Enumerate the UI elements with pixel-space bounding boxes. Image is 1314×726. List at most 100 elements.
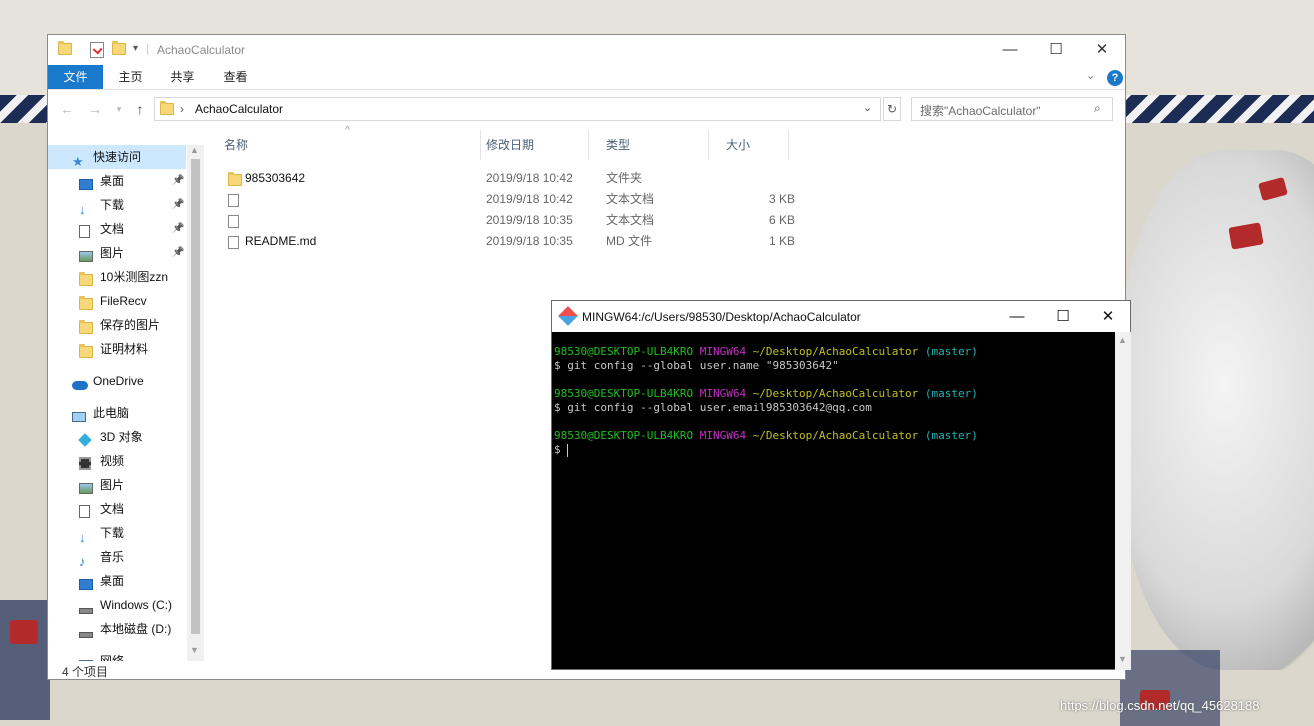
expand-ribbon-icon[interactable]: ⌄ — [1086, 69, 1095, 82]
nav-item[interactable]: 文档 📌 — [48, 217, 186, 241]
title-divider: | — [146, 41, 150, 55]
file-size: 3 KB — [768, 192, 795, 206]
nav-item[interactable]: 桌面 — [48, 569, 186, 593]
scroll-thumb[interactable] — [191, 159, 200, 634]
prompt-user: 98530@DESKTOP-ULB4KRO — [554, 345, 694, 358]
nav-item-label: 保存的图片 — [100, 318, 161, 332]
breadcrumb-current[interactable]: AchaoCalculator — [195, 102, 283, 116]
terminal-minimize-button[interactable]: — — [994, 301, 1040, 332]
nav-item[interactable]: ↓ 下载 📌 — [48, 193, 186, 217]
file-type: 文本文档 — [606, 213, 655, 227]
nav-item[interactable]: 10米测图zzn — [48, 265, 186, 289]
minimize-button[interactable]: — — [987, 35, 1033, 65]
nav-item[interactable]: 视频 — [48, 449, 186, 473]
nav-item[interactable]: FileRecv — [48, 289, 186, 313]
search-icon[interactable]: ⌕ — [1094, 101, 1101, 116]
nav-item[interactable]: 图片 — [48, 473, 186, 497]
text-file-icon — [228, 235, 239, 256]
back-button[interactable]: ← — [58, 99, 76, 119]
refresh-icon[interactable]: ↻ — [883, 97, 901, 121]
nav-item[interactable]: 桌面 📌 — [48, 169, 186, 193]
file-row[interactable]: README.md 2019/9/18 10:35 MD 文件 1 KB — [225, 231, 815, 252]
nav-item[interactable]: Windows (C:) — [48, 593, 186, 617]
file-type: 文件夹 — [606, 171, 643, 185]
drive-icon — [79, 622, 93, 638]
properties-icon[interactable] — [90, 42, 104, 58]
sneaker-illustration — [1120, 150, 1314, 670]
nav-item[interactable]: 文档 — [48, 497, 186, 521]
maximize-button[interactable]: ☐ — [1033, 35, 1079, 65]
nav-item[interactable]: ♪ 音乐 — [48, 545, 186, 569]
prompt-env: MINGW64 — [699, 387, 747, 400]
drive-icon — [79, 598, 93, 614]
prompt-user: 98530@DESKTOP-ULB4KRO — [554, 387, 694, 400]
new-folder-icon[interactable] — [112, 41, 126, 57]
search-input[interactable]: 搜索"AchaoCalculator" ⌕ — [911, 97, 1113, 121]
search-placeholder: 搜索"AchaoCalculator" — [920, 104, 1041, 118]
up-button[interactable]: ↑ — [131, 99, 149, 119]
terminal-titlebar[interactable]: MINGW64:/c/Users/98530/Desktop/AchaoCalc… — [552, 301, 1130, 332]
nav-item[interactable]: OneDrive — [48, 369, 186, 393]
terminal-output[interactable]: 98530@DESKTOP-ULB4KRO MINGW64 ~/Desktop/… — [554, 345, 1114, 457]
scroll-down-icon[interactable]: ▼ — [1118, 654, 1127, 664]
address-bar[interactable]: › AchaoCalculator ⌄ — [154, 97, 881, 121]
file-row[interactable]: 2019/9/18 10:42 文本文档 3 KB — [225, 189, 815, 210]
pin-icon[interactable]: 📌 — [172, 217, 184, 241]
pin-icon[interactable]: 📌 — [172, 193, 184, 217]
nav-item-label: 文档 — [100, 502, 125, 516]
text-cursor — [567, 443, 569, 457]
nav-item[interactable]: 证明材料 — [48, 337, 186, 361]
tab-view[interactable]: 查看 — [213, 65, 258, 89]
prompt-path: ~/Desktop/AchaoCalculator — [752, 387, 919, 400]
pin-icon[interactable]: 📌 — [172, 241, 184, 265]
nav-item[interactable]: 此电脑 — [48, 401, 186, 425]
folder-icon — [79, 294, 93, 310]
column-name[interactable]: 名称 — [207, 130, 481, 160]
file-name: 985303642 — [245, 171, 306, 185]
terminal-window[interactable]: MINGW64:/c/Users/98530/Desktop/AchaoCalc… — [551, 300, 1131, 670]
watermark-url: https://blog.csdn.net/qq_45628188 — [1060, 698, 1260, 713]
nav-item-label: 桌面 — [100, 574, 125, 588]
folder-icon — [160, 101, 174, 118]
nav-item-label: 音乐 — [100, 550, 125, 564]
nav-item[interactable]: 本地磁盘 (D:) — [48, 617, 186, 641]
download-icon: ↓ — [79, 202, 86, 217]
close-button[interactable]: ✕ — [1079, 35, 1125, 65]
customize-quick-access-icon[interactable]: ▾ — [133, 43, 138, 54]
help-icon[interactable]: ? — [1107, 70, 1123, 86]
nav-item[interactable]: 3D 对象 — [48, 425, 186, 449]
terminal-maximize-button[interactable]: ☐ — [1040, 301, 1086, 332]
explorer-titlebar[interactable]: ▾ | AchaoCalculator — ☐ ✕ — [48, 35, 1125, 65]
tab-file[interactable]: 文件 — [48, 65, 103, 89]
forward-button[interactable]: → — [86, 99, 104, 119]
file-row[interactable]: 2019/9/18 10:35 文本文档 6 KB — [225, 210, 815, 231]
terminal-scrollbar[interactable]: ▲ ▼ — [1115, 332, 1131, 670]
tab-home[interactable]: 主页 — [108, 65, 153, 89]
scroll-up-icon[interactable]: ▲ — [190, 145, 199, 155]
nav-item-label: Windows (C:) — [100, 598, 173, 612]
column-size[interactable]: 大小 — [709, 130, 789, 160]
file-date: 2019/9/18 10:42 — [486, 192, 573, 206]
column-date[interactable]: 修改日期 — [469, 130, 589, 160]
scroll-down-icon[interactable]: ▼ — [190, 645, 199, 655]
nav-item-label: OneDrive — [93, 374, 144, 388]
prompt-branch: (master) — [924, 345, 978, 358]
music-icon: ♪ — [79, 554, 86, 569]
address-dropdown-icon[interactable]: ⌄ — [863, 101, 872, 114]
breadcrumb-separator-icon[interactable]: › — [180, 102, 184, 116]
nav-item[interactable]: 保存的图片 — [48, 313, 186, 337]
nav-item-label: 10米测图zzn — [100, 270, 169, 284]
scroll-up-icon[interactable]: ▲ — [1118, 335, 1127, 345]
tab-share[interactable]: 共享 — [160, 65, 205, 89]
nav-scrollbar[interactable]: ▲ ▼ — [187, 145, 204, 661]
column-type[interactable]: 类型 — [589, 130, 709, 160]
star-icon: ★ — [72, 154, 84, 169]
recent-locations-icon[interactable]: ▾ — [110, 99, 128, 119]
file-size: 1 KB — [768, 234, 795, 248]
terminal-close-button[interactable]: ✕ — [1085, 301, 1131, 332]
nav-item[interactable]: ↓ 下载 — [48, 521, 186, 545]
file-row[interactable]: 985303642 2019/9/18 10:42 文件夹 — [225, 168, 815, 189]
pin-icon[interactable]: 📌 — [172, 169, 184, 193]
nav-item[interactable]: ★ 快速访问 — [48, 145, 186, 169]
nav-item[interactable]: 图片 📌 — [48, 241, 186, 265]
